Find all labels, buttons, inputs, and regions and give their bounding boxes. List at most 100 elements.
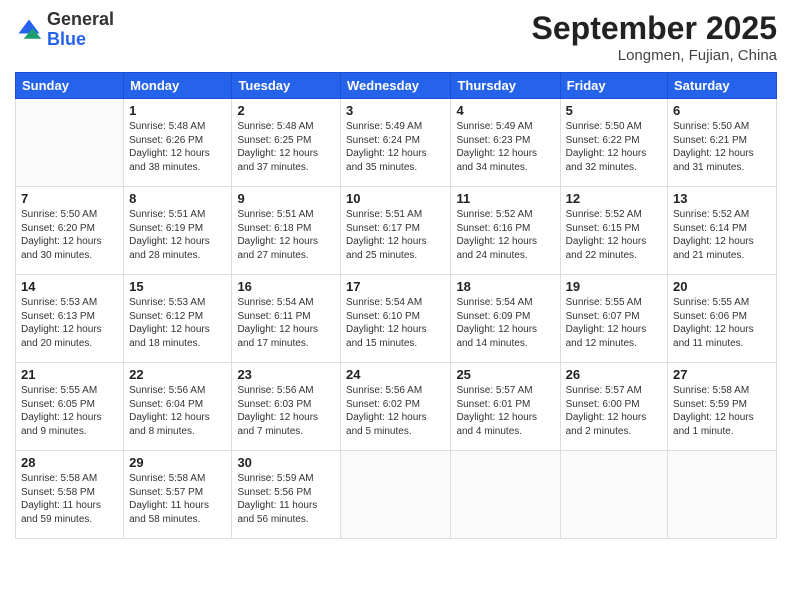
day-number: 18 bbox=[456, 279, 554, 294]
day-info: Sunrise: 5:49 AMSunset: 6:24 PMDaylight:… bbox=[346, 120, 445, 174]
header-tuesday: Tuesday bbox=[232, 73, 341, 99]
week-row-3: 21 Sunrise: 5:55 AMSunset: 6:05 PMDaylig… bbox=[16, 363, 777, 451]
calendar-cell: 2 Sunrise: 5:48 AMSunset: 6:25 PMDayligh… bbox=[232, 99, 341, 187]
day-info: Sunrise: 5:54 AMSunset: 6:11 PMDaylight:… bbox=[237, 296, 335, 350]
day-number: 3 bbox=[346, 103, 445, 118]
day-info: Sunrise: 5:48 AMSunset: 6:25 PMDaylight:… bbox=[237, 120, 335, 174]
day-info: Sunrise: 5:50 AMSunset: 6:20 PMDaylight:… bbox=[21, 208, 118, 262]
calendar-cell: 22 Sunrise: 5:56 AMSunset: 6:04 PMDaylig… bbox=[124, 363, 232, 451]
day-info: Sunrise: 5:57 AMSunset: 6:01 PMDaylight:… bbox=[456, 384, 554, 438]
calendar-cell: 13 Sunrise: 5:52 AMSunset: 6:14 PMDaylig… bbox=[668, 187, 777, 275]
calendar-cell: 4 Sunrise: 5:49 AMSunset: 6:23 PMDayligh… bbox=[451, 99, 560, 187]
calendar-cell: 16 Sunrise: 5:54 AMSunset: 6:11 PMDaylig… bbox=[232, 275, 341, 363]
header-friday: Friday bbox=[560, 73, 667, 99]
day-number: 10 bbox=[346, 191, 445, 206]
day-number: 5 bbox=[566, 103, 662, 118]
day-number: 1 bbox=[129, 103, 226, 118]
header: General Blue September 2025 Longmen, Fuj… bbox=[15, 10, 777, 64]
title-section: September 2025 Longmen, Fujian, China bbox=[532, 10, 777, 64]
day-info: Sunrise: 5:59 AMSunset: 5:56 PMDaylight:… bbox=[237, 472, 335, 526]
day-number: 23 bbox=[237, 367, 335, 382]
weekday-header-row: Sunday Monday Tuesday Wednesday Thursday… bbox=[16, 73, 777, 99]
day-number: 15 bbox=[129, 279, 226, 294]
day-info: Sunrise: 5:52 AMSunset: 6:15 PMDaylight:… bbox=[566, 208, 662, 262]
header-saturday: Saturday bbox=[668, 73, 777, 99]
day-info: Sunrise: 5:51 AMSunset: 6:19 PMDaylight:… bbox=[129, 208, 226, 262]
day-number: 13 bbox=[673, 191, 771, 206]
day-number: 6 bbox=[673, 103, 771, 118]
header-wednesday: Wednesday bbox=[341, 73, 451, 99]
calendar-cell bbox=[451, 451, 560, 539]
day-info: Sunrise: 5:54 AMSunset: 6:09 PMDaylight:… bbox=[456, 296, 554, 350]
day-number: 8 bbox=[129, 191, 226, 206]
calendar-cell: 10 Sunrise: 5:51 AMSunset: 6:17 PMDaylig… bbox=[341, 187, 451, 275]
day-number: 26 bbox=[566, 367, 662, 382]
calendar-cell: 6 Sunrise: 5:50 AMSunset: 6:21 PMDayligh… bbox=[668, 99, 777, 187]
day-number: 20 bbox=[673, 279, 771, 294]
day-info: Sunrise: 5:55 AMSunset: 6:07 PMDaylight:… bbox=[566, 296, 662, 350]
day-info: Sunrise: 5:51 AMSunset: 6:18 PMDaylight:… bbox=[237, 208, 335, 262]
calendar-cell: 30 Sunrise: 5:59 AMSunset: 5:56 PMDaylig… bbox=[232, 451, 341, 539]
day-number: 9 bbox=[237, 191, 335, 206]
calendar-cell: 18 Sunrise: 5:54 AMSunset: 6:09 PMDaylig… bbox=[451, 275, 560, 363]
calendar-cell: 12 Sunrise: 5:52 AMSunset: 6:15 PMDaylig… bbox=[560, 187, 667, 275]
calendar-cell: 5 Sunrise: 5:50 AMSunset: 6:22 PMDayligh… bbox=[560, 99, 667, 187]
day-number: 16 bbox=[237, 279, 335, 294]
day-info: Sunrise: 5:52 AMSunset: 6:14 PMDaylight:… bbox=[673, 208, 771, 262]
day-number: 24 bbox=[346, 367, 445, 382]
calendar-cell: 1 Sunrise: 5:48 AMSunset: 6:26 PMDayligh… bbox=[124, 99, 232, 187]
calendar-cell bbox=[668, 451, 777, 539]
day-info: Sunrise: 5:54 AMSunset: 6:10 PMDaylight:… bbox=[346, 296, 445, 350]
day-number: 30 bbox=[237, 455, 335, 470]
calendar-cell: 8 Sunrise: 5:51 AMSunset: 6:19 PMDayligh… bbox=[124, 187, 232, 275]
calendar-cell: 25 Sunrise: 5:57 AMSunset: 6:01 PMDaylig… bbox=[451, 363, 560, 451]
logo-text: General Blue bbox=[47, 10, 114, 50]
calendar-cell: 14 Sunrise: 5:53 AMSunset: 6:13 PMDaylig… bbox=[16, 275, 124, 363]
day-info: Sunrise: 5:50 AMSunset: 6:22 PMDaylight:… bbox=[566, 120, 662, 174]
day-number: 19 bbox=[566, 279, 662, 294]
day-info: Sunrise: 5:52 AMSunset: 6:16 PMDaylight:… bbox=[456, 208, 554, 262]
day-number: 17 bbox=[346, 279, 445, 294]
week-row-0: 1 Sunrise: 5:48 AMSunset: 6:26 PMDayligh… bbox=[16, 99, 777, 187]
calendar-cell: 3 Sunrise: 5:49 AMSunset: 6:24 PMDayligh… bbox=[341, 99, 451, 187]
header-monday: Monday bbox=[124, 73, 232, 99]
day-number: 4 bbox=[456, 103, 554, 118]
calendar-cell: 29 Sunrise: 5:58 AMSunset: 5:57 PMDaylig… bbox=[124, 451, 232, 539]
calendar-cell: 23 Sunrise: 5:56 AMSunset: 6:03 PMDaylig… bbox=[232, 363, 341, 451]
day-number: 2 bbox=[237, 103, 335, 118]
day-info: Sunrise: 5:55 AMSunset: 6:05 PMDaylight:… bbox=[21, 384, 118, 438]
location: Longmen, Fujian, China bbox=[532, 47, 777, 64]
day-info: Sunrise: 5:58 AMSunset: 5:57 PMDaylight:… bbox=[129, 472, 226, 526]
day-info: Sunrise: 5:56 AMSunset: 6:03 PMDaylight:… bbox=[237, 384, 335, 438]
calendar-cell: 27 Sunrise: 5:58 AMSunset: 5:59 PMDaylig… bbox=[668, 363, 777, 451]
week-row-4: 28 Sunrise: 5:58 AMSunset: 5:58 PMDaylig… bbox=[16, 451, 777, 539]
day-info: Sunrise: 5:55 AMSunset: 6:06 PMDaylight:… bbox=[673, 296, 771, 350]
day-info: Sunrise: 5:51 AMSunset: 6:17 PMDaylight:… bbox=[346, 208, 445, 262]
calendar-cell: 9 Sunrise: 5:51 AMSunset: 6:18 PMDayligh… bbox=[232, 187, 341, 275]
day-info: Sunrise: 5:49 AMSunset: 6:23 PMDaylight:… bbox=[456, 120, 554, 174]
day-number: 11 bbox=[456, 191, 554, 206]
calendar-cell: 15 Sunrise: 5:53 AMSunset: 6:12 PMDaylig… bbox=[124, 275, 232, 363]
day-number: 29 bbox=[129, 455, 226, 470]
calendar-cell bbox=[560, 451, 667, 539]
header-sunday: Sunday bbox=[16, 73, 124, 99]
calendar-cell: 19 Sunrise: 5:55 AMSunset: 6:07 PMDaylig… bbox=[560, 275, 667, 363]
day-info: Sunrise: 5:56 AMSunset: 6:02 PMDaylight:… bbox=[346, 384, 445, 438]
day-number: 27 bbox=[673, 367, 771, 382]
logo: General Blue bbox=[15, 10, 114, 50]
calendar-cell: 24 Sunrise: 5:56 AMSunset: 6:02 PMDaylig… bbox=[341, 363, 451, 451]
day-info: Sunrise: 5:48 AMSunset: 6:26 PMDaylight:… bbox=[129, 120, 226, 174]
day-info: Sunrise: 5:53 AMSunset: 6:12 PMDaylight:… bbox=[129, 296, 226, 350]
header-thursday: Thursday bbox=[451, 73, 560, 99]
week-row-1: 7 Sunrise: 5:50 AMSunset: 6:20 PMDayligh… bbox=[16, 187, 777, 275]
day-info: Sunrise: 5:57 AMSunset: 6:00 PMDaylight:… bbox=[566, 384, 662, 438]
logo-general: General bbox=[47, 9, 114, 29]
week-row-2: 14 Sunrise: 5:53 AMSunset: 6:13 PMDaylig… bbox=[16, 275, 777, 363]
day-number: 21 bbox=[21, 367, 118, 382]
logo-icon bbox=[15, 16, 43, 44]
calendar-cell: 7 Sunrise: 5:50 AMSunset: 6:20 PMDayligh… bbox=[16, 187, 124, 275]
day-info: Sunrise: 5:53 AMSunset: 6:13 PMDaylight:… bbox=[21, 296, 118, 350]
day-info: Sunrise: 5:50 AMSunset: 6:21 PMDaylight:… bbox=[673, 120, 771, 174]
logo-blue: Blue bbox=[47, 29, 86, 49]
calendar-cell: 17 Sunrise: 5:54 AMSunset: 6:10 PMDaylig… bbox=[341, 275, 451, 363]
